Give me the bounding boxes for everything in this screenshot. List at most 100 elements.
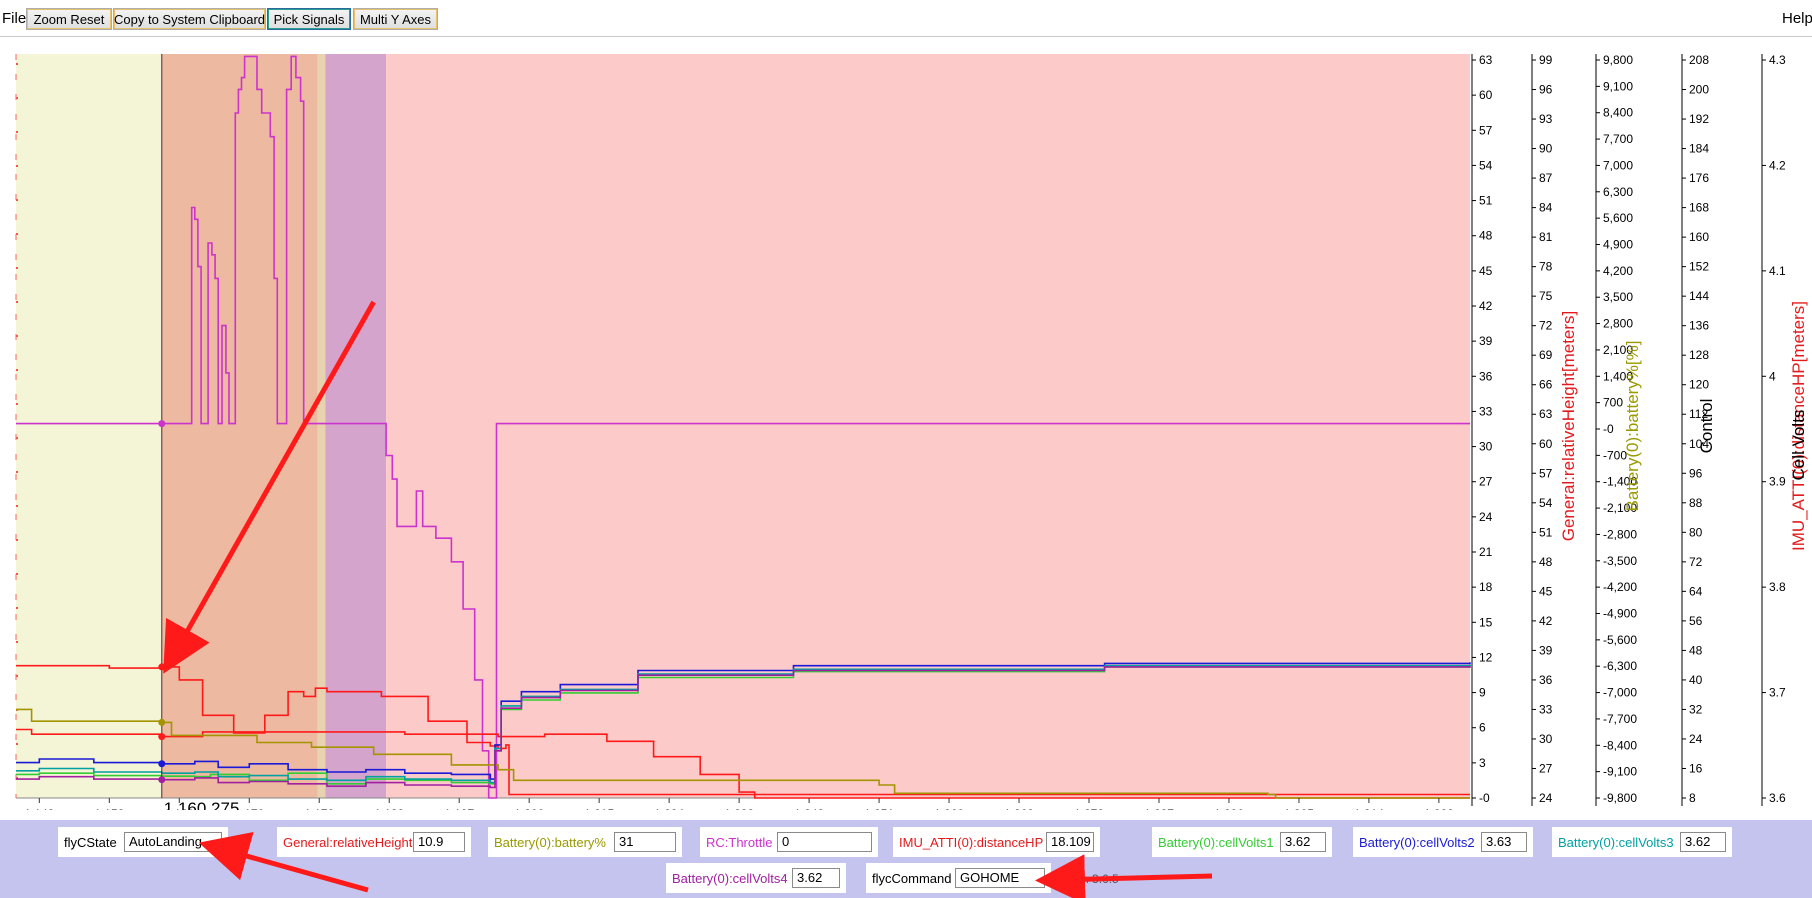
y-tick-label: 4,900 [1603,238,1633,252]
x-tick-label: 1,143 [24,807,54,810]
y-tick-label: 3,500 [1603,290,1633,304]
x-tick-label: 1,215 [584,807,614,810]
signal-value: 3.62 [1680,832,1726,852]
y-axis-3: 2082001921841761681601521441361281201121… [1681,53,1716,806]
zoom-reset-button[interactable]: Zoom Reset [26,8,112,30]
y-tick-label: 36 [1479,369,1493,383]
x-tick-label: 1,251 [864,807,894,810]
y-tick-label: 8 [1689,791,1696,805]
signal-value: 3.62 [792,868,840,888]
y-tick-label: 8,400 [1603,106,1633,120]
signal-chart[interactable]: 1,1431,1521,1611,1701,1791,1881,1971,206… [0,40,1812,810]
y-axis-title: General:relativeHeight[meters] [1559,311,1578,542]
y-tick-label: 96 [1689,466,1703,480]
cursor-marker-4 [158,760,166,768]
cursor-marker-3 [158,733,166,741]
multi-y-axes-button[interactable]: Multi Y Axes [353,8,438,30]
signal-label: RC:Throttle [706,835,773,850]
y-tick-label: 9,100 [1603,79,1633,93]
y-tick-label: 9 [1479,686,1486,700]
y-tick-label: 15 [1479,615,1493,629]
x-tick-label: 1,179 [304,807,334,810]
y-tick-label: 51 [1479,194,1493,208]
y-axes: 636057545148454239363330272421181512963-… [1471,53,1808,806]
y-tick-label: 48 [1689,643,1703,657]
y-tick-label: 54 [1539,496,1553,510]
y-tick-label: 78 [1539,260,1553,274]
version-label: ersion 3.6.5 [1056,872,1119,886]
x-tick-label: 1,296 [1214,807,1244,810]
cursor-marker-2 [158,718,166,726]
signal-label: Battery(0):battery% [494,835,606,850]
y-tick-label: 136 [1689,319,1709,333]
y-tick-label: 24 [1479,510,1493,524]
y-tick-label: 93 [1539,112,1553,126]
y-tick-label: 208 [1689,53,1709,67]
signal-distance-hp: IMU_ATTI(0):distanceHP 18.109 [893,827,1100,857]
region-band-0 [16,54,162,798]
y-tick-label: 60 [1479,88,1493,102]
y-tick-label: 60 [1539,437,1553,451]
signal-flyccommand: flycCommand GOHOME [866,863,1051,893]
menu-bar: File Zoom Reset Copy to System Clipboard… [0,0,1812,37]
y-tick-label: 24 [1689,732,1703,746]
x-tick-label: 1,269 [1004,807,1034,810]
signal-value: 18.109 [1046,832,1094,852]
y-tick-label: -9,800 [1603,791,1637,805]
cursor-marker-5 [158,776,166,784]
copy-clipboard-button[interactable]: Copy to System Clipboard [113,8,266,30]
y-tick-label: 18 [1479,580,1493,594]
signal-label: Battery(0):cellVolts2 [1359,835,1475,850]
signal-value: 10.9 [413,832,465,852]
y-tick-label: 3.6 [1769,791,1786,805]
y-tick-label: 4.3 [1769,53,1786,67]
y-tick-label: 5,600 [1603,211,1633,225]
y-tick-label: 40 [1689,673,1703,687]
y-tick-label: 16 [1689,761,1703,775]
y-tick-label: 81 [1539,230,1553,244]
y-tick-label: 6,300 [1603,185,1633,199]
region-band-1 [161,54,318,798]
y-tick-label: 87 [1539,171,1553,185]
y-tick-label: -7,700 [1603,712,1637,726]
y-tick-label: 51 [1539,525,1553,539]
y-tick-label: 3.8 [1769,580,1786,594]
cursor-marker-0 [158,420,166,428]
y-tick-label: 4 [1769,369,1776,383]
signal-label: Battery(0):cellVolts4 [672,871,788,886]
y-tick-label: 144 [1689,289,1709,303]
y-tick-label: 69 [1539,348,1553,362]
signal-label: Battery(0):cellVolts1 [1158,835,1274,850]
file-menu[interactable]: File [2,10,26,27]
x-tick-label: 1,206 [514,807,544,810]
y-tick-label: -4,900 [1603,607,1637,621]
y-tick-label: 72 [1539,319,1553,333]
help-menu[interactable]: Help [1782,10,1812,27]
region-band-4 [386,54,1470,798]
signal-flycstate: flyCState AutoLanding [58,827,228,857]
x-tick-label: 1,224 [654,807,684,810]
y-tick-label: 160 [1689,230,1709,244]
y-tick-label: 80 [1689,525,1703,539]
y-tick-label: 120 [1689,378,1709,392]
y-axis-0: 636057545148454239363330272421181512963-… [1471,53,1493,806]
y-tick-label: 2,800 [1603,317,1633,331]
y-tick-label: 6 [1479,721,1486,735]
y-tick-label: 30 [1479,440,1493,454]
signal-value: 0 [777,832,872,852]
y-tick-label: 4.1 [1769,264,1786,278]
x-tick-label: 1,323 [1424,807,1454,810]
x-tick-label: 1,242 [794,807,824,810]
y-tick-label: 33 [1539,702,1553,716]
y-tick-label: 32 [1689,702,1703,716]
y-tick-label: 54 [1479,158,1493,172]
y-tick-label: 75 [1539,289,1553,303]
y-tick-label: 3.7 [1769,686,1786,700]
y-tick-label: 7,700 [1603,132,1633,146]
pick-signals-button[interactable]: Pick Signals [267,8,351,30]
signal-label: Battery(0):cellVolts3 [1558,835,1674,850]
y-tick-label: 39 [1539,643,1553,657]
y-tick-label: -8,400 [1603,738,1637,752]
y-tick-label: 66 [1539,378,1553,392]
y-axis-2: 9,800 9,100 8,400 7,700 7,000 6,300 5,600 4,900… [1595,53,1642,806]
